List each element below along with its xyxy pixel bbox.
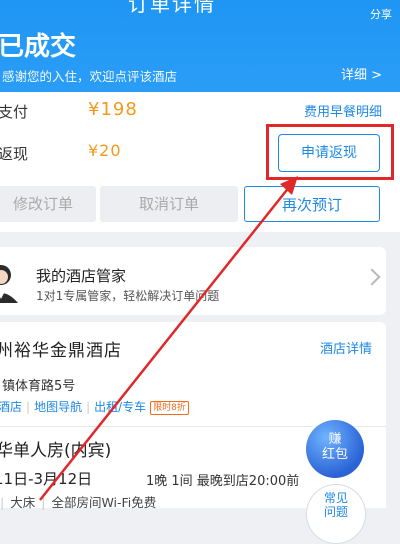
- arrow-line: [39, 185, 291, 501]
- arrow-head: [280, 176, 298, 195]
- annotation-arrow: [39, 176, 298, 501]
